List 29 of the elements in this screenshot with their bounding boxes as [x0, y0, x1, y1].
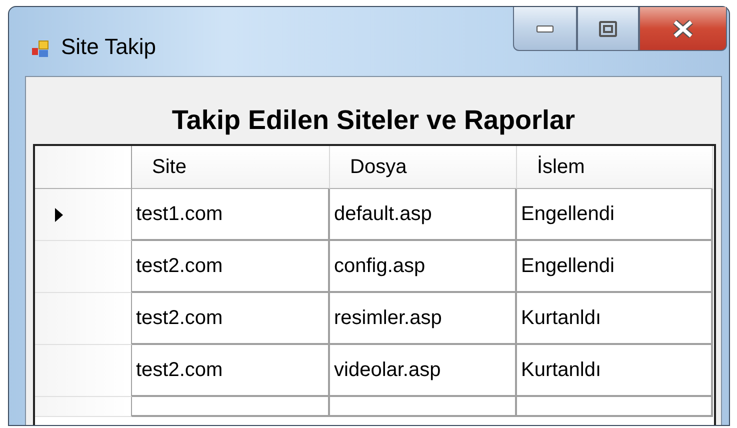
- table-cell: Kurtanldı: [517, 345, 713, 397]
- table-cell: test2.com: [132, 345, 330, 397]
- app-icon: [31, 40, 49, 58]
- row-header[interactable]: [35, 345, 132, 397]
- table-cell: Kurtanldı: [517, 293, 713, 345]
- close-button[interactable]: [639, 7, 727, 51]
- table-cell: videolar.asp: [330, 345, 517, 397]
- window-title: Site Takip: [61, 34, 156, 60]
- table-cell: test2.com: [132, 241, 330, 293]
- minimize-button[interactable]: [513, 7, 577, 51]
- table-cell: Engellendi: [517, 241, 713, 293]
- table-cell: test2.com: [132, 293, 330, 345]
- table-cell: resimler.asp: [330, 293, 517, 345]
- row-header[interactable]: [35, 189, 132, 241]
- minimize-icon: [536, 24, 554, 32]
- close-icon: [672, 20, 694, 38]
- table-cell: test1.com: [132, 189, 330, 241]
- maximize-icon: [599, 20, 617, 36]
- form-heading: Takip Edilen Siteler ve Raporlar: [172, 105, 576, 136]
- column-header[interactable]: Dosya: [330, 146, 517, 189]
- table-cell: Engellendi: [517, 189, 713, 241]
- maximize-button[interactable]: [577, 7, 639, 51]
- table-cell: config.asp: [330, 241, 517, 293]
- row-header[interactable]: [35, 397, 132, 417]
- column-header[interactable]: İslem: [517, 146, 713, 189]
- table-cell: default.asp: [330, 189, 517, 241]
- column-header[interactable]: Site: [132, 146, 330, 189]
- row-header[interactable]: [35, 241, 132, 293]
- row-header[interactable]: [35, 293, 132, 345]
